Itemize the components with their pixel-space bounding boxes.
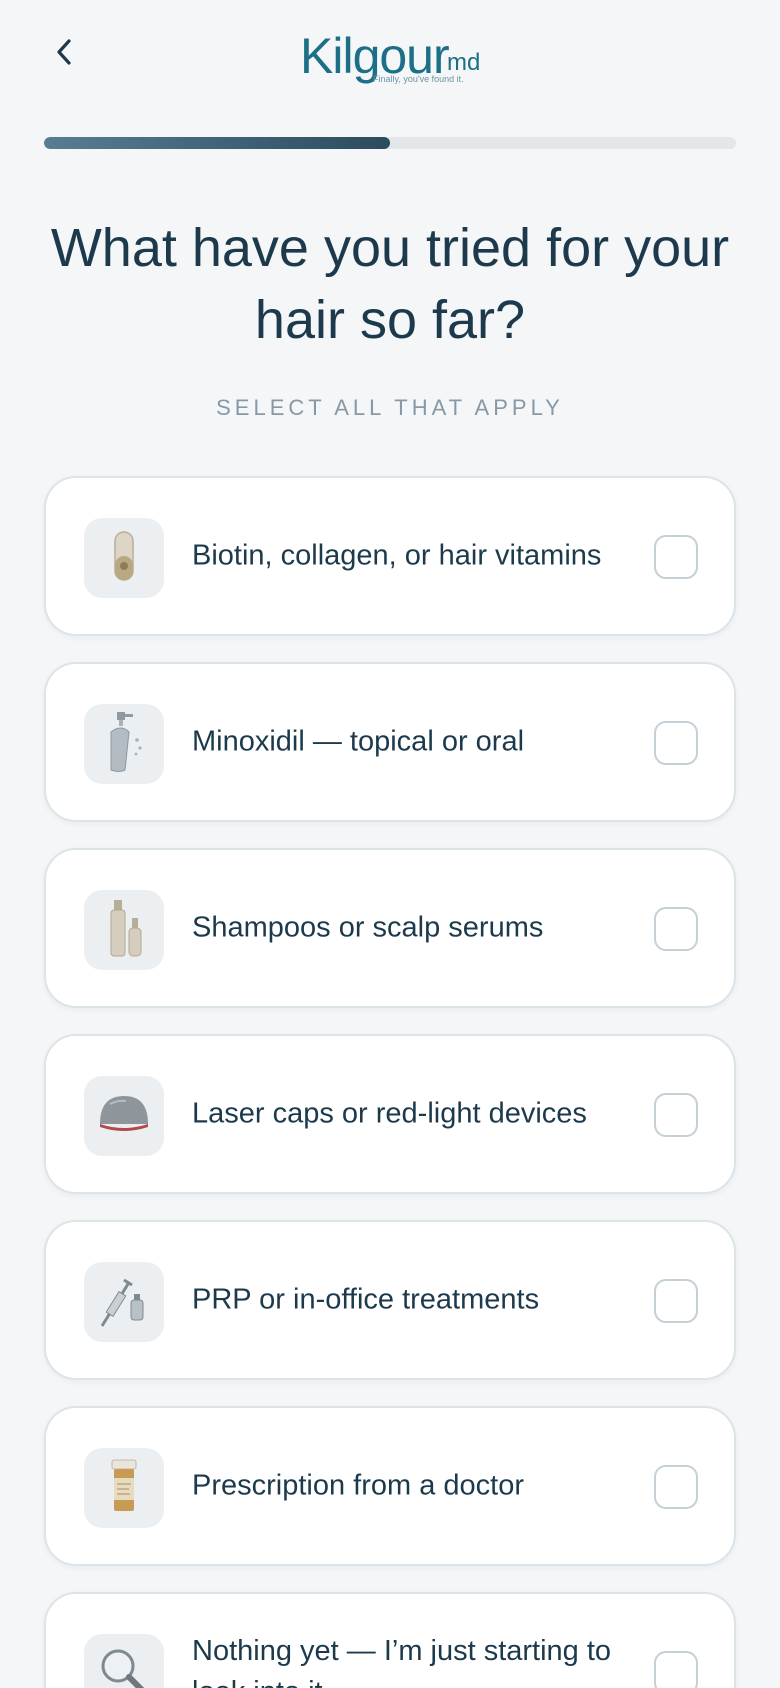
option-minoxidil[interactable]: Minoxidil — topical or oral bbox=[44, 662, 736, 822]
option-checkbox[interactable] bbox=[654, 535, 698, 579]
supplement-capsule-icon bbox=[104, 528, 144, 589]
option-label: Nothing yet — I’m just starting to look … bbox=[192, 1635, 612, 1688]
option-checkbox[interactable] bbox=[654, 1465, 698, 1509]
logo-tagline: Finally, you've found it. bbox=[373, 74, 464, 84]
option-nothing-yet[interactable]: Nothing yet — I’m just starting to look … bbox=[44, 1592, 736, 1688]
option-icon-box bbox=[84, 518, 164, 598]
option-checkbox[interactable] bbox=[654, 1093, 698, 1137]
option-icon-box bbox=[84, 1262, 164, 1342]
serum-bottles-icon bbox=[99, 898, 149, 963]
chevron-left-icon bbox=[55, 38, 73, 71]
option-shampoos[interactable]: Shampoos or scalp serums bbox=[44, 848, 736, 1008]
option-icon-box bbox=[84, 1634, 164, 1688]
progress-bar bbox=[44, 137, 736, 149]
option-checkbox[interactable] bbox=[654, 721, 698, 765]
quiz-page: Kilgour md Finally, you've found it. Wha… bbox=[0, 0, 780, 1688]
option-vitamins[interactable]: Biotin, collagen, or hair vitamins bbox=[44, 476, 736, 636]
option-icon-box bbox=[84, 704, 164, 784]
option-label: PRP or in-office treatments bbox=[192, 1283, 540, 1316]
option-label: Laser caps or red-light devices bbox=[192, 1097, 587, 1130]
header: Kilgour md Finally, you've found it. bbox=[0, 0, 780, 120]
brand-logo: Kilgour md Finally, you've found it. bbox=[300, 28, 490, 88]
option-laser-caps[interactable]: Laser caps or red-light devices bbox=[44, 1034, 736, 1194]
option-prp[interactable]: PRP or in-office treatments bbox=[44, 1220, 736, 1380]
option-label: Shampoos or scalp serums bbox=[192, 911, 544, 944]
option-label: Prescription from a doctor bbox=[192, 1469, 525, 1502]
magnifier-icon bbox=[96, 1644, 152, 1688]
question-title: What have you tried for your hair so far… bbox=[50, 218, 730, 350]
back-button[interactable] bbox=[44, 32, 84, 76]
option-checkbox[interactable] bbox=[654, 907, 698, 951]
progress-fill bbox=[44, 137, 390, 149]
laser-cap-icon bbox=[96, 1092, 152, 1141]
option-label: Biotin, collagen, or hair vitamins bbox=[192, 539, 602, 572]
option-icon-box bbox=[84, 1448, 164, 1528]
option-icon-box bbox=[84, 1076, 164, 1156]
option-icon-box bbox=[84, 890, 164, 970]
option-prescription[interactable]: Prescription from a doctor bbox=[44, 1406, 736, 1566]
pill-bottle-icon bbox=[104, 1458, 144, 1519]
question-instruction: SELECT ALL THAT APPLY bbox=[216, 395, 564, 420]
spray-bottle-icon bbox=[99, 710, 149, 779]
option-label: Minoxidil — topical or oral bbox=[192, 725, 525, 758]
syringe-vial-icon bbox=[96, 1270, 152, 1335]
option-checkbox[interactable] bbox=[654, 1651, 698, 1688]
option-checkbox[interactable] bbox=[654, 1279, 698, 1323]
